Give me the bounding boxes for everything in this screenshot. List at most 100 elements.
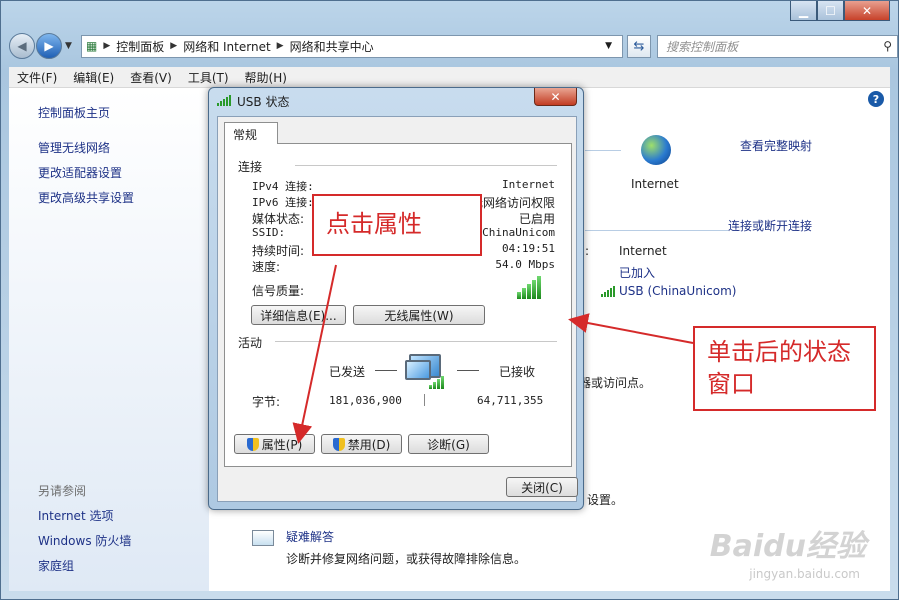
- internet-globe-icon: [641, 135, 671, 165]
- wireless-signal-icon: [601, 286, 615, 297]
- bytes-sent-value: 181,036,900: [329, 394, 402, 407]
- ssid-label: SSID:: [252, 226, 286, 239]
- sidebar: 控制面板主页 管理无线网络 更改适配器设置 更改高级共享设置 另请参阅 Inte…: [9, 88, 209, 591]
- media-state-label: 媒体状态:: [252, 212, 305, 226]
- speed-value: 54.0 Mbps: [495, 258, 555, 271]
- menu-tools[interactable]: 工具(T): [180, 69, 237, 86]
- caption-buttons: ▁ ☐ ✕: [790, 1, 890, 21]
- forward-button[interactable]: ▶: [36, 33, 62, 59]
- diagnose-button[interactable]: 诊断(G): [408, 434, 489, 454]
- click-properties-callout: 点击属性: [312, 194, 482, 256]
- sidebar-link-advanced-sharing[interactable]: 更改高级共享设置: [38, 189, 134, 206]
- homegroup-joined-link[interactable]: 已加入: [619, 264, 655, 281]
- colon-text: :: [585, 244, 590, 258]
- disable-button-label: 禁用(D): [347, 437, 391, 452]
- network-activity-icon: [405, 354, 449, 390]
- wireless-properties-button[interactable]: 无线属性(W): [353, 305, 485, 325]
- speed-label: 速度:: [252, 260, 281, 274]
- search-icon[interactable]: ⚲: [883, 39, 892, 53]
- ipv6-value: 无网络访问权限: [470, 196, 555, 210]
- menu-view[interactable]: 查看(V): [122, 69, 180, 86]
- bytes-label: 字节:: [252, 395, 281, 409]
- sent-label: 已发送: [329, 365, 366, 379]
- network-map-line: [585, 150, 621, 151]
- media-state-value: 已启用: [518, 212, 555, 226]
- breadcrumb-item[interactable]: 网络和 Internet: [183, 38, 270, 55]
- connection-link[interactable]: USB (ChinaUnicom): [619, 284, 736, 298]
- baidu-watermark-url: jingyan.baidu.com: [749, 567, 860, 581]
- help-icon[interactable]: ?: [868, 91, 884, 107]
- signal-strength-icon: [517, 276, 541, 299]
- dialog-title: USB 状态: [237, 95, 290, 109]
- activity-group-title: 活动: [238, 336, 263, 350]
- received-label: 已接收: [499, 365, 536, 379]
- baidu-watermark: Baidu经验: [709, 529, 866, 564]
- activity-signal-icon: [429, 376, 444, 389]
- activity-divider: [424, 394, 425, 406]
- sent-line: [375, 370, 397, 371]
- usb-status-dialog: USB 状态 ✕ 连接 IPv4 连接: Internet IPv6 连接: 无…: [208, 87, 584, 510]
- navigation-bar: ◀ ▶ ▼ ▦ ▶ 控制面板 ▶ 网络和 Internet ▶ 网络和共享中心 …: [9, 33, 898, 59]
- properties-button[interactable]: 属性(P): [234, 434, 315, 454]
- section-divider: [585, 230, 728, 231]
- view-full-map-link[interactable]: 查看完整映射: [740, 137, 812, 154]
- sidebar-link-internet-options[interactable]: Internet 选项: [38, 507, 113, 524]
- history-dropdown-icon[interactable]: ▼: [65, 41, 72, 51]
- disable-button[interactable]: 禁用(D): [321, 434, 402, 454]
- details-button[interactable]: 详细信息(E)...: [251, 305, 346, 325]
- duration-label: 持续时间:: [252, 244, 305, 258]
- maximize-button[interactable]: ☐: [817, 1, 844, 21]
- sidebar-link-firewall[interactable]: Windows 防火墙: [38, 532, 131, 549]
- menu-help[interactable]: 帮助(H): [237, 69, 295, 86]
- dialog-close-text-button[interactable]: 关闭(C): [506, 477, 578, 497]
- dialog-close-button[interactable]: ✕: [534, 88, 577, 106]
- status-window-callout: 单击后的状态窗口: [693, 326, 876, 411]
- connect-disconnect-link[interactable]: 连接或断开连接: [728, 217, 812, 234]
- breadcrumb-item[interactable]: 控制面板: [116, 38, 164, 55]
- general-tab-panel: 连接 IPv4 连接: Internet IPv6 连接: 无网络访问权限 媒体…: [224, 143, 572, 467]
- monitor-icon: [405, 360, 431, 380]
- troubleshoot-icon: [252, 530, 274, 546]
- close-window-button[interactable]: ✕: [844, 1, 890, 21]
- search-input[interactable]: 搜索控制面板 ⚲: [657, 34, 898, 58]
- ssid-value: ChinaUnicom: [482, 226, 555, 239]
- group-divider: [275, 341, 557, 342]
- search-placeholder: 搜索控制面板: [666, 39, 739, 54]
- breadcrumb-item[interactable]: 网络和共享中心: [290, 38, 374, 55]
- breadcrumb-separator-icon[interactable]: ▶: [170, 41, 177, 51]
- properties-button-label: 属性(P): [261, 437, 303, 452]
- connection-group-title: 连接: [238, 160, 263, 174]
- ipv4-label: IPv4 连接:: [252, 180, 314, 193]
- received-line: [457, 370, 479, 371]
- sidebar-link-adapter-settings[interactable]: 更改适配器设置: [38, 164, 122, 181]
- internet-label: Internet: [631, 177, 679, 191]
- uac-shield-icon: [246, 437, 259, 451]
- control-panel-icon: ▦: [86, 39, 98, 53]
- uac-shield-icon: [332, 437, 345, 451]
- menu-file[interactable]: 文件(F): [9, 69, 65, 86]
- minimize-button[interactable]: ▁: [790, 1, 817, 21]
- tab-general[interactable]: 常规: [224, 122, 278, 144]
- troubleshoot-description: 诊断并修复网络问题，或获得故障排除信息。: [286, 552, 527, 566]
- group-divider: [295, 165, 557, 166]
- sidebar-link-manage-wireless[interactable]: 管理无线网络: [38, 139, 110, 156]
- duration-value: 04:19:51: [502, 242, 555, 255]
- menu-bar: 文件(F) 编辑(E) 查看(V) 工具(T) 帮助(H): [9, 67, 890, 88]
- back-button[interactable]: ◀: [9, 33, 35, 59]
- address-bar[interactable]: ▦ ▶ 控制面板 ▶ 网络和 Internet ▶ 网络和共享中心 ▼: [81, 34, 623, 58]
- signal-quality-label: 信号质量:: [252, 284, 305, 298]
- ipv6-label: IPv6 连接:: [252, 196, 314, 209]
- wireless-signal-icon: [217, 95, 231, 106]
- access-type-value: Internet: [619, 244, 667, 258]
- see-also-title: 另请参阅: [38, 484, 87, 498]
- breadcrumb-separator-icon[interactable]: ▶: [277, 41, 284, 51]
- troubleshoot-link[interactable]: 疑难解答: [286, 528, 334, 545]
- sidebar-link-homegroup[interactable]: 家庭组: [38, 557, 74, 574]
- bytes-received-value: 64,711,355: [477, 394, 544, 407]
- ipv4-value: Internet: [502, 178, 555, 191]
- sidebar-link-home[interactable]: 控制面板主页: [38, 104, 110, 121]
- menu-edit[interactable]: 编辑(E): [65, 69, 122, 86]
- address-dropdown-icon[interactable]: ▼: [605, 41, 612, 51]
- breadcrumb-separator-icon[interactable]: ▶: [103, 41, 110, 51]
- refresh-button[interactable]: ⇆: [627, 34, 651, 58]
